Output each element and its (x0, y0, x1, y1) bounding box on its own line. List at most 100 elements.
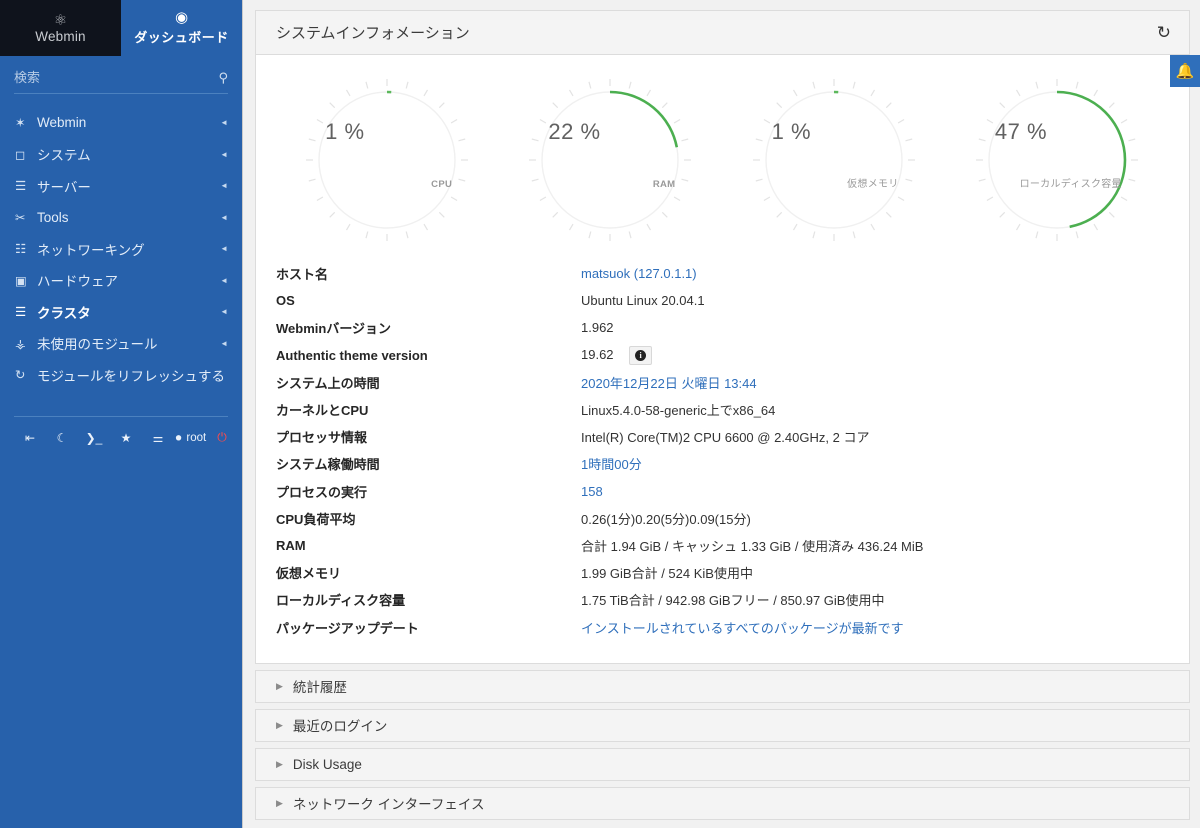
monitor-icon: ◻ (15, 147, 26, 162)
gauge-value: 1 % (771, 119, 812, 144)
row-value: Intel(R) Core(TM)2 CPU 6600 @ 2.40GHz, 2… (581, 430, 870, 446)
row-key: 仮想メモリ (276, 566, 342, 582)
gauge-row: 1 % CPU 22 % RAM 1 % 仮想メモリ 47 % ローカルディスク… (256, 55, 1189, 254)
chevron-right-icon: ▶ (276, 797, 283, 808)
accordion-stats-history[interactable]: ▶ 統計履歴 (255, 669, 1190, 703)
row-key: システム稼働時間 (276, 457, 380, 473)
row-value[interactable]: 158 (581, 484, 603, 499)
sidebar-item-tools[interactable]: ✂ Tools ◄ (0, 202, 242, 234)
row-key: ローカルディスク容量 (276, 593, 406, 609)
table-row: RAM 合計 1.94 GiB / キャッシュ 1.33 GiB / 使用済み … (256, 532, 1189, 559)
accordion-recent-logins[interactable]: ▶ 最近のログイン (255, 708, 1190, 742)
row-value: 1.75 TiB合計 / 942.98 GiBフリー / 850.97 GiB使… (581, 593, 885, 609)
gauge-local-disk-svg (975, 79, 1138, 241)
page-title: システムインフォメーション (276, 25, 470, 42)
gauge-value: 22 % (548, 119, 601, 144)
gauge-ram-svg (529, 79, 692, 241)
unused-modules-icon: ⚶ (15, 336, 26, 351)
server-icon: ☰ (15, 179, 27, 194)
star-icon: ★ (120, 430, 132, 445)
sidebar-item-label: サーバー (37, 179, 91, 195)
info-icon[interactable]: i (629, 345, 653, 365)
dashboard-label: ダッシュボード (134, 30, 229, 45)
sidebar-item-label: ハードウェア (37, 274, 118, 290)
network-icon: ☷ (15, 242, 27, 257)
row-value: 19.62 (581, 346, 614, 362)
table-row: パッケージアップデート インストールされているすべてのパッケージが最新です (256, 613, 1189, 640)
row-key: プロセスの実行 (276, 484, 368, 500)
row-value: 0.26(1分)0.20(5分)0.09(15分) (581, 511, 751, 527)
sidebar-brand-row: ⚛ Webmin ◉ ダッシュボード (0, 0, 242, 56)
bell-icon: 🔔 (1175, 63, 1195, 80)
gauge-cpu: 1 % CPU (295, 73, 480, 248)
table-row: Authentic theme version 19.62 i (256, 342, 1189, 369)
sidebar-item-system[interactable]: ◻ システム ◄ (0, 139, 242, 171)
accordion-disk-usage[interactable]: ▶ Disk Usage (255, 747, 1190, 781)
gear-icon: ✶ (15, 116, 26, 131)
row-value: Ubuntu Linux 20.04.1 (581, 293, 705, 309)
chevron-left-icon: ◄ (220, 307, 228, 317)
night-mode-button[interactable]: ☾ (46, 427, 78, 449)
accordion-network-interfaces[interactable]: ▶ ネットワーク インターフェイス (255, 786, 1190, 820)
table-row: CPU負荷平均 0.26(1分)0.20(5分)0.09(15分) (256, 505, 1189, 532)
chevron-right-icon: ▶ (276, 758, 283, 769)
gauge-value: 47 % (994, 119, 1048, 144)
tab-dashboard[interactable]: ◉ ダッシュボード (121, 0, 242, 56)
brand-webmin-button[interactable]: ⚛ Webmin (0, 0, 121, 56)
sidebar-item-unused-modules[interactable]: ⚶ 未使用のモジュール ◄ (0, 328, 242, 360)
user-label: root (186, 431, 207, 444)
row-value[interactable]: 1時間00分 (581, 454, 642, 473)
sidebar-item-label: 未使用のモジュール (37, 337, 158, 353)
search-input[interactable] (14, 70, 219, 85)
table-row: ローカルディスク容量 1.75 TiB合計 / 942.98 GiBフリー / … (256, 586, 1189, 613)
sidebar-item-servers[interactable]: ☰ サーバー ◄ (0, 170, 242, 202)
row-value[interactable]: matsuok (127.0.1.1) (581, 266, 697, 281)
terminal-button[interactable]: ❯_ (78, 427, 110, 449)
dashboard-icon: ◉ (174, 9, 189, 26)
refresh-button[interactable]: ↻ (1157, 24, 1171, 41)
sidebar-nav: ✶ Webmin ◄ ◻ システム ◄ ☰ サーバー ◄ ✂ Tools ◄ ☷ (0, 107, 242, 391)
user-icon: ⚫ (173, 432, 184, 445)
search-icon[interactable]: ⚲ (218, 71, 228, 84)
table-row: ホスト名 matsuok (127.0.1.1) (256, 260, 1189, 287)
terminal-icon: ❯_ (85, 430, 103, 445)
sidebar-item-label: ネットワーキング (37, 242, 145, 258)
table-row: カーネルとCPU Linux5.4.0-58-generic上でx86_64 (256, 396, 1189, 423)
brand-label: Webmin (35, 28, 86, 44)
sidebar-item-cluster[interactable]: ☰ クラスタ ◄ (0, 296, 242, 328)
gauge-label: RAM (652, 179, 676, 190)
sidebar-item-webmin[interactable]: ✶ Webmin ◄ (0, 107, 242, 139)
sidebar-item-hardware[interactable]: ▣ ハードウェア ◄ (0, 265, 242, 297)
collapse-sidebar-button[interactable]: ⇤ (14, 427, 46, 449)
chevron-right-icon: ▶ (276, 680, 283, 691)
collapse-icon: ⇤ (24, 430, 36, 445)
sidebar-item-label: モジュールをリフレッシュする (37, 368, 226, 384)
accordion-label: 統計履歴 (292, 680, 347, 696)
webmin-logo-icon: ⚛ (53, 11, 68, 29)
row-value[interactable]: インストールされているすべてのパッケージが最新です (581, 618, 904, 637)
chevron-left-icon: ◄ (220, 244, 228, 254)
table-row: OS Ubuntu Linux 20.04.1 (256, 287, 1189, 314)
logout-button[interactable]: ⏻ (206, 427, 238, 449)
settings-sliders-button[interactable]: ⚌ (142, 427, 174, 449)
row-key: プロセッサ情報 (276, 430, 368, 446)
gauge-label: 仮想メモリ (847, 179, 899, 190)
gauge-value: 1 % (325, 119, 365, 144)
row-value[interactable]: 2020年12月22日 火曜日 13:44 (581, 373, 757, 392)
favorites-button[interactable]: ★ (110, 427, 142, 449)
notifications-button[interactable]: 🔔 (1170, 55, 1200, 87)
sliders-icon: ⚌ (152, 430, 164, 445)
user-button[interactable]: ⚫ root (174, 427, 206, 449)
sidebar-item-networking[interactable]: ☷ ネットワーキング ◄ (0, 233, 242, 265)
row-key: ホスト名 (276, 267, 329, 283)
table-row: プロセスの実行 158 (256, 478, 1189, 505)
chevron-left-icon: ◄ (220, 149, 228, 159)
gauge-virtual-memory: 1 % 仮想メモリ (742, 73, 927, 248)
chevron-left-icon: ◄ (220, 118, 228, 128)
webmin-dashboard: ⚛ Webmin ◉ ダッシュボード ⚲ ✶ Webmin ◄ ◻ システム ◄ (0, 0, 1200, 828)
sidebar-search[interactable]: ⚲ (14, 70, 228, 94)
chevron-left-icon: ◄ (220, 275, 228, 285)
sidebar-item-label: クラスタ (37, 305, 91, 321)
sidebar-item-refresh-modules[interactable]: ↻ モジュールをリフレッシュする (0, 359, 242, 391)
table-row: システム稼働時間 1時間00分 (256, 450, 1189, 477)
